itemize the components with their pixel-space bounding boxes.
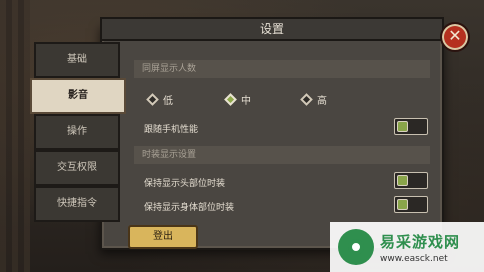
tab-label: 操作 xyxy=(67,126,87,137)
background-wall-decoration xyxy=(0,0,30,272)
toggle-knob xyxy=(397,175,408,186)
tab-label: 基础 xyxy=(67,54,87,65)
tab-basic[interactable]: 基础 xyxy=(34,42,120,78)
body-outfit-label: 保持显示身体部位时装 xyxy=(144,203,235,213)
head-outfit-label: 保持显示头部位时装 xyxy=(144,179,226,189)
tab-controls[interactable]: 操作 xyxy=(34,114,120,150)
tab-audio-video[interactable]: 影音 xyxy=(30,78,126,114)
close-icon: ✕ xyxy=(448,26,462,45)
follow-phone-toggle[interactable] xyxy=(394,118,428,135)
watermark-brand: 易采游戏网 xyxy=(380,232,461,251)
tab-quick-commands[interactable]: 快捷指令 xyxy=(34,186,120,222)
site-watermark: 易采游戏网 www.easck.net xyxy=(330,222,484,272)
radio-diamond-icon xyxy=(146,93,159,106)
radio-high[interactable]: 高 xyxy=(300,92,327,107)
tab-label: 影音 xyxy=(68,90,88,101)
close-button[interactable]: ✕ xyxy=(440,22,470,52)
radio-diamond-icon xyxy=(300,93,313,106)
watermark-url: www.easck.net xyxy=(380,253,448,264)
section-header-players: 同屏显示人数 xyxy=(134,60,430,78)
watermark-logo-icon xyxy=(338,229,374,265)
logout-button[interactable]: 登出 xyxy=(128,225,198,249)
body-outfit-toggle[interactable] xyxy=(394,196,428,213)
window-title: 设置 xyxy=(100,17,444,41)
tab-label: 交互权限 xyxy=(57,162,97,173)
section-header-outfit: 时装显示设置 xyxy=(134,146,430,164)
tab-interaction-permissions[interactable]: 交互权限 xyxy=(34,150,120,186)
toggle-knob xyxy=(397,121,408,132)
head-outfit-toggle[interactable] xyxy=(394,172,428,189)
radio-low[interactable]: 低 xyxy=(146,92,173,107)
follow-phone-label: 跟随手机性能 xyxy=(144,125,199,135)
radio-medium[interactable]: 中 xyxy=(224,92,251,107)
tab-label: 快捷指令 xyxy=(57,198,97,209)
toggle-knob xyxy=(397,199,408,210)
radio-diamond-checked-icon xyxy=(224,93,237,106)
settings-panel xyxy=(100,24,444,250)
